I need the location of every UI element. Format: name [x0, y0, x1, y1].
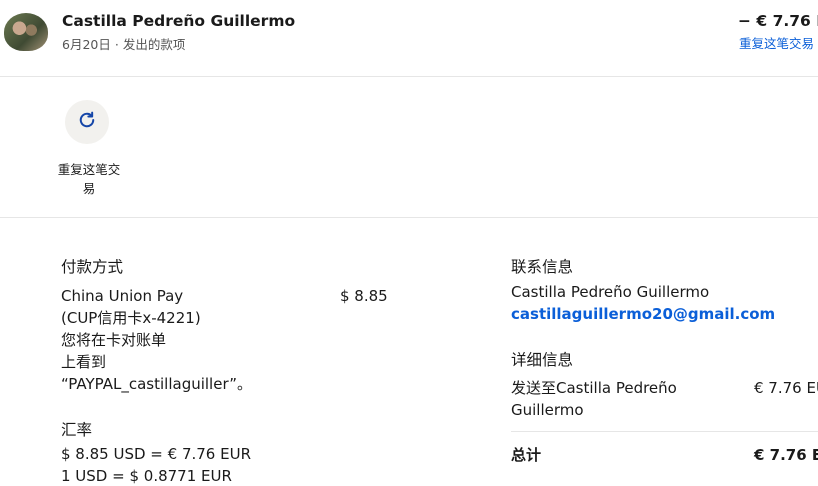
contact-email-link[interactable]: castillaguillermo20@gmail.com [511, 305, 775, 323]
transaction-date: 6月20日 [62, 37, 111, 52]
transaction-header: Castilla Pedreño Guillermo 6月20日 · 发出的款项 −… [0, 0, 818, 77]
sent-to-line-2: Guillermo [511, 401, 584, 419]
details-title: 详细信息 [511, 351, 574, 369]
total-amount: € 7.76 EUR [754, 446, 818, 464]
contact-name: Castilla Pedreño Guillermo [511, 283, 710, 301]
refresh-icon [77, 110, 97, 134]
payment-method-line-5: “PAYPAL_castillaguiller”。 [61, 375, 253, 393]
actions-section: 重复这笔交易 [0, 78, 818, 218]
payment-method-title: 付款方式 [61, 258, 124, 276]
counterparty-name: Castilla Pedreño Guillermo [62, 12, 296, 30]
payment-amount: $ 8.85 [340, 287, 388, 305]
transaction-subline: 6月20日 · 发出的款项 [62, 34, 185, 53]
transaction-amount: − € 7.76 EUR [738, 12, 818, 30]
repeat-transaction-label: 重复这笔交易 [57, 162, 121, 196]
payment-method-line-1: China Union Pay [61, 287, 184, 305]
avatar [4, 13, 48, 51]
repeat-transaction-button[interactable] [65, 100, 109, 144]
exchange-rate-line-1: $ 8.85 USD = € 7.76 EUR [61, 445, 251, 463]
details-divider [511, 431, 818, 432]
payment-method-line-4: 上看到 [61, 353, 107, 371]
payment-method-line-3: 您将在卡对账单 [61, 331, 167, 349]
payment-method-line-2: (CUP信用卡x-4221) [61, 309, 201, 327]
sent-amount: € 7.76 EUR [754, 379, 818, 397]
transaction-type: 发出的款项 [122, 37, 186, 52]
repeat-transaction-link[interactable]: 重复这笔交易 [739, 33, 814, 52]
exchange-rate-title: 汇率 [61, 421, 93, 439]
sent-to-line-1: 发送至Castilla Pedreño [511, 379, 677, 397]
contact-info-title: 联系信息 [511, 258, 574, 276]
separator-dot: · [114, 37, 119, 52]
total-label: 总计 [511, 446, 542, 464]
exchange-rate-line-2: 1 USD = $ 0.8771 EUR [61, 467, 232, 485]
